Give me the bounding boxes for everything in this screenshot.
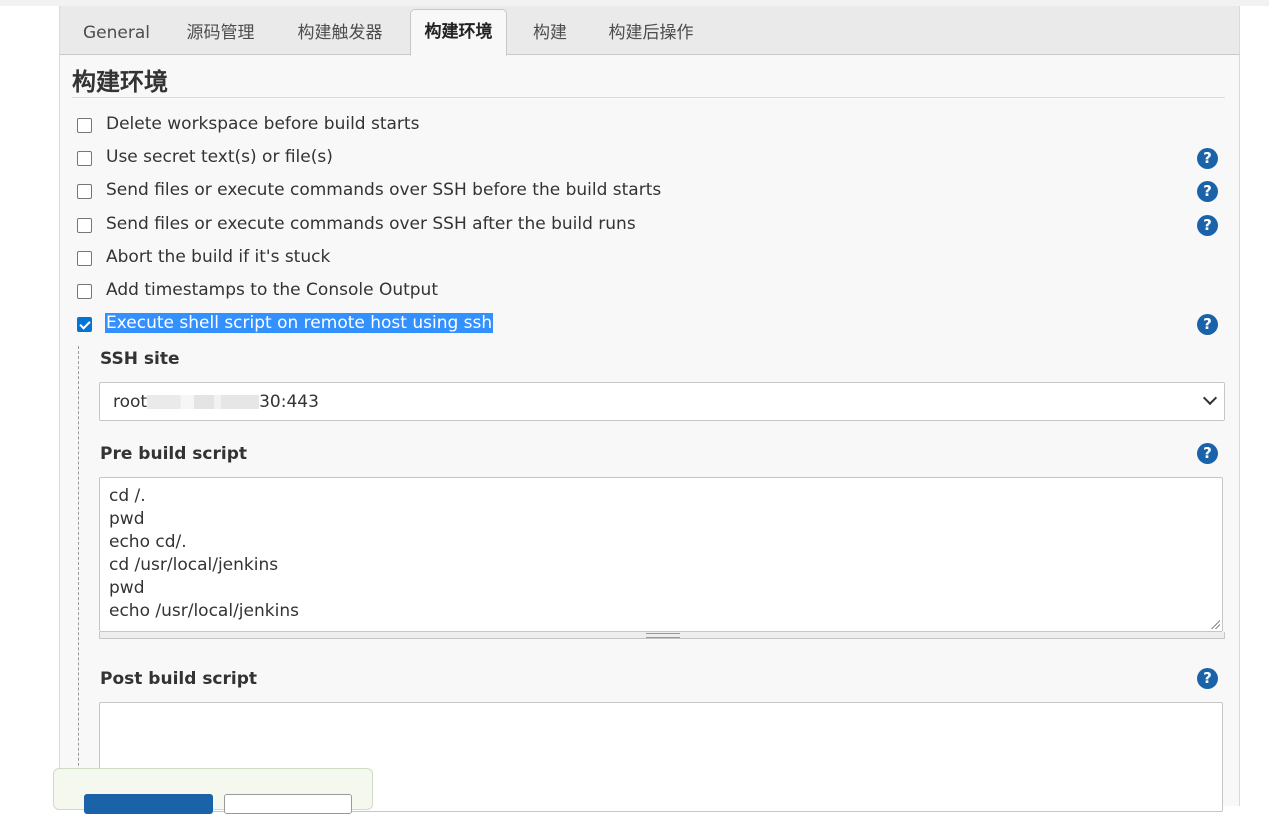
- checkbox[interactable]: [77, 151, 92, 166]
- tab-build[interactable]: 构建: [522, 16, 578, 54]
- tab-source-control[interactable]: 源码管理: [173, 16, 268, 54]
- checkbox[interactable]: [77, 184, 92, 199]
- script-line: echo /usr/local/jenkins: [109, 601, 299, 621]
- option-label: Send files or execute commands over SSH …: [106, 180, 662, 200]
- section-divider: [72, 97, 1225, 98]
- nested-section-border: [78, 346, 79, 806]
- chevron-down-icon: [1202, 390, 1218, 406]
- option-label: Execute shell script on remote host usin…: [105, 313, 494, 333]
- post-build-script-label: Post build script: [100, 669, 258, 689]
- option-label: Abort the build if it's stuck: [106, 247, 331, 267]
- apply-button[interactable]: [224, 794, 352, 814]
- help-icon[interactable]: ?: [1197, 314, 1218, 335]
- option-label: Use secret text(s) or file(s): [106, 147, 333, 167]
- tab-build-triggers[interactable]: 构建触发器: [284, 16, 396, 54]
- pre-build-script-label: Pre build script: [100, 444, 248, 464]
- section-title: 构建环境: [72, 68, 168, 96]
- checkbox[interactable]: [77, 218, 92, 233]
- script-text: cd /. pwd echo cd/. cd /usr/local/jenkin…: [109, 485, 299, 623]
- tab-general[interactable]: General: [74, 16, 159, 54]
- checkbox[interactable]: [77, 118, 92, 133]
- ssh-site-value: root 30:443: [113, 392, 319, 412]
- help-icon[interactable]: ?: [1197, 215, 1218, 236]
- redacted-host: [147, 395, 260, 409]
- help-icon[interactable]: ?: [1197, 443, 1218, 464]
- option-label: Send files or execute commands over SSH …: [106, 214, 636, 234]
- ssh-site-label: SSH site: [100, 349, 180, 369]
- help-icon[interactable]: ?: [1197, 181, 1218, 202]
- tab-post-build-actions[interactable]: 构建后操作: [595, 16, 707, 54]
- drag-handle-icon[interactable]: [646, 633, 680, 638]
- script-line: pwd: [109, 509, 145, 529]
- help-icon[interactable]: ?: [1197, 668, 1218, 689]
- textarea-resize-bar[interactable]: [99, 632, 1225, 639]
- pre-build-script-input[interactable]: cd /. pwd echo cd/. cd /usr/local/jenkin…: [99, 477, 1223, 632]
- ssh-site-select[interactable]: root 30:443: [99, 382, 1225, 421]
- checkbox[interactable]: [77, 284, 92, 299]
- save-button[interactable]: [84, 794, 213, 814]
- tab-build-environment[interactable]: 构建环境: [410, 9, 507, 56]
- option-label: Delete workspace before build starts: [106, 114, 420, 134]
- script-line: pwd: [109, 578, 145, 598]
- resize-grip-icon[interactable]: [1210, 619, 1220, 629]
- tab-bar: General 源码管理 构建触发器 构建环境 构建 构建后操作: [59, 6, 1240, 56]
- script-line: echo cd/.: [109, 532, 187, 552]
- script-line: cd /usr/local/jenkins: [109, 555, 279, 575]
- checkbox[interactable]: [77, 251, 92, 266]
- help-icon[interactable]: ?: [1197, 148, 1218, 169]
- script-line: cd /.: [109, 486, 146, 506]
- checkbox-checked[interactable]: [77, 317, 92, 332]
- option-label: Add timestamps to the Console Output: [106, 280, 438, 300]
